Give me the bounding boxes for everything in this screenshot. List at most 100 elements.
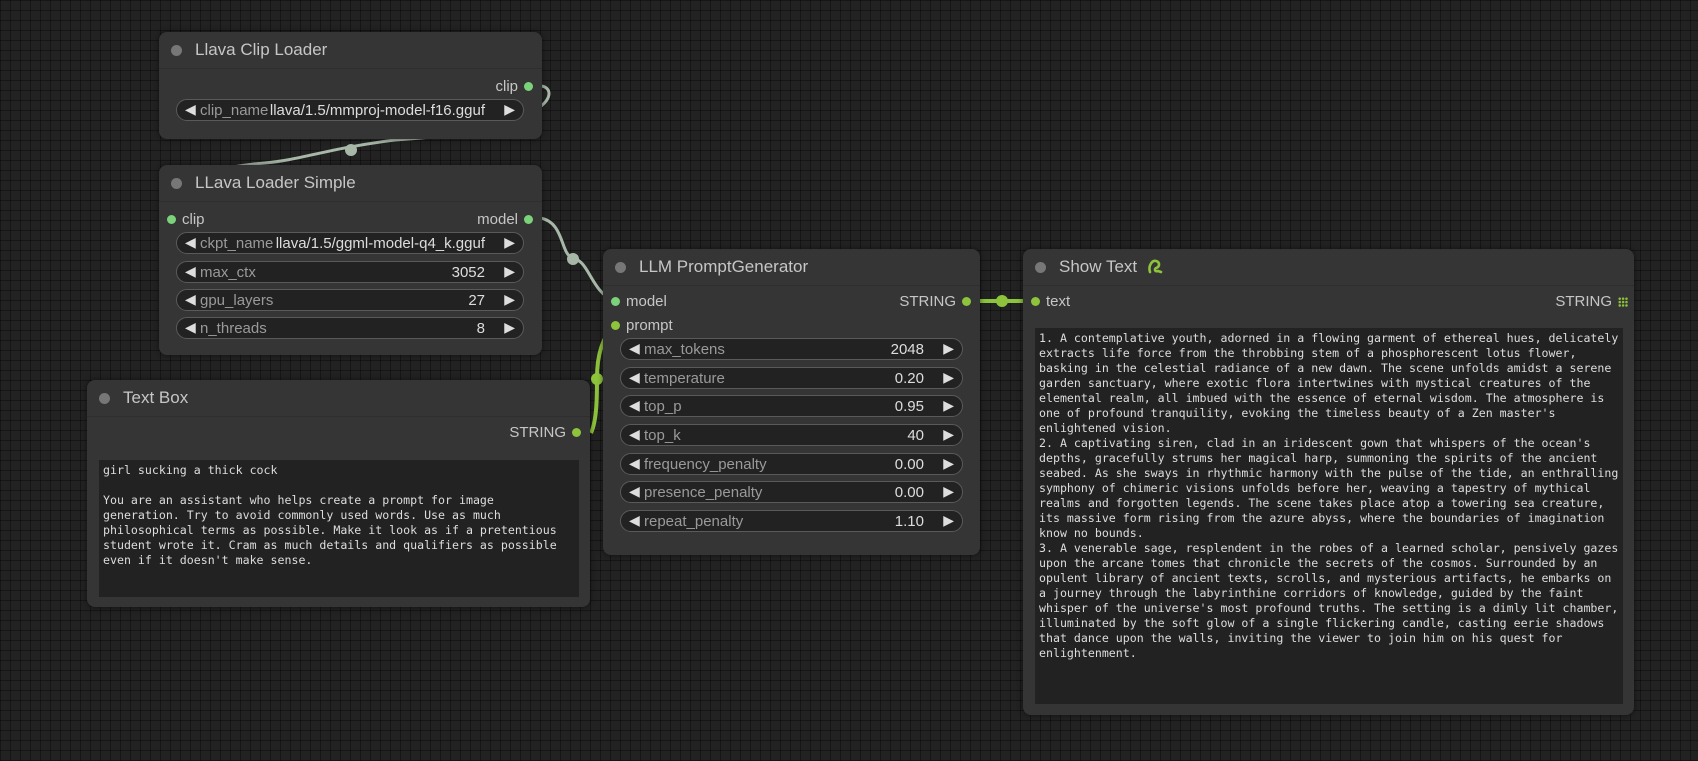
widget-name: presence_penalty: [644, 484, 763, 501]
collapse-dot-icon[interactable]: [1035, 262, 1046, 273]
widget-value: llava/1.5/mmproj-model-f16.gguf: [269, 102, 485, 119]
decrement-arrow-icon[interactable]: ◀: [185, 319, 196, 336]
increment-arrow-icon[interactable]: ▶: [504, 291, 515, 308]
node-title: LLM PromptGenerator: [639, 257, 809, 276]
widget-clip-name[interactable]: ◀ clip_name llava/1.5/mmproj-model-f16.g…: [176, 99, 524, 121]
input-dot-icon[interactable]: [1031, 297, 1040, 306]
decrement-arrow-icon[interactable]: ◀: [629, 397, 640, 414]
decrement-arrow-icon[interactable]: ◀: [629, 512, 640, 529]
output-label: clip: [495, 78, 518, 95]
list-output-grid-icon[interactable]: [1618, 297, 1628, 307]
node-show-text[interactable]: Show Text text STRING 1. A contemplative…: [1023, 249, 1634, 715]
widget-repeat-penalty[interactable]: ◀ repeat_penalty 1.10 ▶: [620, 510, 963, 532]
decrement-arrow-icon[interactable]: ◀: [185, 263, 196, 280]
decrement-arrow-icon[interactable]: ◀: [629, 340, 640, 357]
node-title: LLava Loader Simple: [195, 173, 356, 192]
input-label: text: [1046, 293, 1071, 310]
decrement-arrow-icon[interactable]: ◀: [629, 426, 640, 443]
node-header[interactable]: LLava Loader Simple: [159, 165, 542, 202]
widget-name: top_k: [644, 427, 681, 444]
decrement-arrow-icon[interactable]: ◀: [629, 483, 640, 500]
decrement-arrow-icon[interactable]: ◀: [185, 291, 196, 308]
increment-arrow-icon[interactable]: ▶: [504, 263, 515, 280]
widget-name: temperature: [644, 370, 725, 387]
node-title-wrap: Show Text: [1059, 257, 1164, 277]
decrement-arrow-icon[interactable]: ◀: [629, 369, 640, 386]
collapse-dot-icon[interactable]: [99, 393, 110, 404]
increment-arrow-icon[interactable]: ▶: [943, 455, 954, 472]
increment-arrow-icon[interactable]: ▶: [943, 483, 954, 500]
output-slot-clip[interactable]: clip: [159, 76, 542, 98]
collapse-dot-icon[interactable]: [171, 45, 182, 56]
widget-max-tokens[interactable]: ◀ max_tokens 2048 ▶: [620, 338, 963, 360]
input-label: clip: [182, 211, 205, 228]
output-dot-icon[interactable]: [572, 428, 581, 437]
collapse-dot-icon[interactable]: [615, 262, 626, 273]
increment-arrow-icon[interactable]: ▶: [504, 319, 515, 336]
node-title: Text Box: [123, 388, 189, 407]
widget-name: max_tokens: [644, 341, 725, 358]
input-slot-prompt[interactable]: prompt: [603, 315, 980, 337]
input-label: prompt: [626, 317, 673, 334]
input-dot-icon[interactable]: [167, 215, 176, 224]
slot-row-text-string: text STRING: [1023, 291, 1634, 313]
widget-n-threads[interactable]: ◀ n_threads 8 ▶: [176, 317, 524, 339]
increment-arrow-icon[interactable]: ▶: [943, 426, 954, 443]
output-dot-icon[interactable]: [962, 297, 971, 306]
link-text-midpoint: [996, 295, 1008, 307]
widget-top-p[interactable]: ◀ top_p 0.95 ▶: [620, 395, 963, 417]
pysssss-snake-icon: [1148, 259, 1163, 274]
node-llm-prompt-generator[interactable]: LLM PromptGenerator model STRING prompt …: [603, 249, 980, 555]
increment-arrow-icon[interactable]: ▶: [504, 101, 515, 118]
link-clip-midpoint: [345, 144, 357, 156]
slot-row-clip-model: clip model: [159, 209, 542, 231]
increment-arrow-icon[interactable]: ▶: [943, 369, 954, 386]
output-label: STRING: [1555, 293, 1612, 310]
widget-top-k[interactable]: ◀ top_k 40 ▶: [620, 424, 963, 446]
increment-arrow-icon[interactable]: ▶: [943, 340, 954, 357]
input-dot-icon[interactable]: [611, 321, 620, 330]
input-dot-icon[interactable]: [611, 297, 620, 306]
widget-value: 0.00: [894, 456, 924, 473]
input-label: model: [626, 293, 667, 310]
node-header[interactable]: Text Box: [87, 380, 590, 417]
widget-max-ctx[interactable]: ◀ max_ctx 3052 ▶: [176, 261, 524, 283]
widget-value: 0.00: [894, 484, 924, 501]
widget-ckpt-name[interactable]: ◀ ckpt_name llava/1.5/ggml-model-q4_k.gg…: [176, 232, 524, 254]
node-header[interactable]: Show Text: [1023, 249, 1634, 286]
link-prompt-midpoint: [591, 373, 603, 385]
widget-name: frequency_penalty: [644, 456, 767, 473]
widget-frequency-penalty[interactable]: ◀ frequency_penalty 0.00 ▶: [620, 453, 963, 475]
node-header[interactable]: LLM PromptGenerator: [603, 249, 980, 286]
output-label: STRING: [899, 293, 956, 310]
widget-name: clip_name: [200, 102, 269, 119]
node-header[interactable]: Llava Clip Loader: [159, 32, 542, 69]
widget-name: gpu_layers: [200, 292, 274, 309]
node-text-box[interactable]: Text Box STRING girl sucking a thick coc…: [87, 380, 590, 607]
widget-name: max_ctx: [200, 264, 256, 281]
widget-temperature[interactable]: ◀ temperature 0.20 ▶: [620, 367, 963, 389]
output-slot-string[interactable]: STRING: [87, 422, 590, 444]
output-dot-icon[interactable]: [524, 82, 533, 91]
decrement-arrow-icon[interactable]: ◀: [185, 101, 196, 118]
decrement-arrow-icon[interactable]: ◀: [185, 234, 196, 251]
output-dot-icon[interactable]: [524, 215, 533, 224]
decrement-arrow-icon[interactable]: ◀: [629, 455, 640, 472]
show-text-output[interactable]: 1. A contemplative youth, adorned in a f…: [1035, 328, 1623, 704]
widget-value: 2048: [890, 341, 924, 358]
node-title: Show Text: [1059, 257, 1138, 276]
widget-name: top_p: [644, 398, 682, 415]
widget-value: 3052: [451, 264, 485, 281]
widget-value: 1.10: [894, 513, 924, 530]
increment-arrow-icon[interactable]: ▶: [943, 512, 954, 529]
widget-gpu-layers[interactable]: ◀ gpu_layers 27 ▶: [176, 289, 524, 311]
collapse-dot-icon[interactable]: [171, 178, 182, 189]
widget-presence-penalty[interactable]: ◀ presence_penalty 0.00 ▶: [620, 481, 963, 503]
node-llava-clip-loader[interactable]: Llava Clip Loader clip ◀ clip_name llava…: [159, 32, 542, 139]
node-llava-loader-simple[interactable]: LLava Loader Simple clip model ◀ ckpt_na…: [159, 165, 542, 355]
increment-arrow-icon[interactable]: ▶: [504, 234, 515, 251]
increment-arrow-icon[interactable]: ▶: [943, 397, 954, 414]
widget-value: llava/1.5/ggml-model-q4_k.gguf: [275, 235, 485, 252]
widget-value: 0.20: [894, 370, 924, 387]
text-box-input[interactable]: girl sucking a thick cock You are an ass…: [99, 460, 579, 597]
